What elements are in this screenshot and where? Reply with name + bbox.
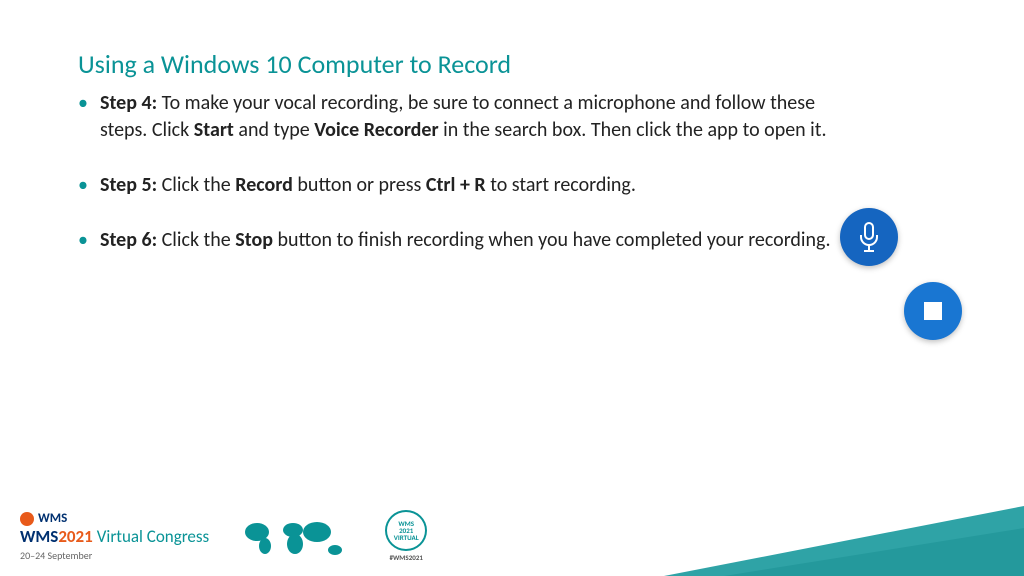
slide-title: Using a Windows 10 Computer to Record: [78, 48, 511, 80]
microphone-icon: [840, 208, 898, 266]
wms-virtual-badge: WMS 2021 VIRTUAL #WMS2021: [381, 510, 431, 562]
decorative-triangle-teal: [664, 506, 1024, 576]
step-4: Step 4: To make your vocal recording, be…: [78, 90, 858, 144]
step-5: Step 5: Click the Record button or press…: [78, 172, 858, 199]
step-6-label: Step 6:: [100, 228, 157, 252]
step-5-label: Step 5:: [100, 173, 157, 197]
slide-body: Step 4: To make your vocal recording, be…: [78, 90, 858, 282]
event-dates: 20–24 September: [20, 549, 209, 562]
wms-logo: WMS WMS2021Virtual Congress 20–24 Septem…: [20, 511, 209, 562]
step-4-label: Step 4:: [100, 91, 157, 115]
step-6: Step 6: Click the Stop button to finish …: [78, 227, 858, 254]
world-map-graphic: [235, 514, 355, 562]
sun-icon: [20, 512, 34, 526]
footer: WMS WMS2021Virtual Congress 20–24 Septem…: [20, 510, 431, 562]
stop-icon: [904, 282, 962, 340]
